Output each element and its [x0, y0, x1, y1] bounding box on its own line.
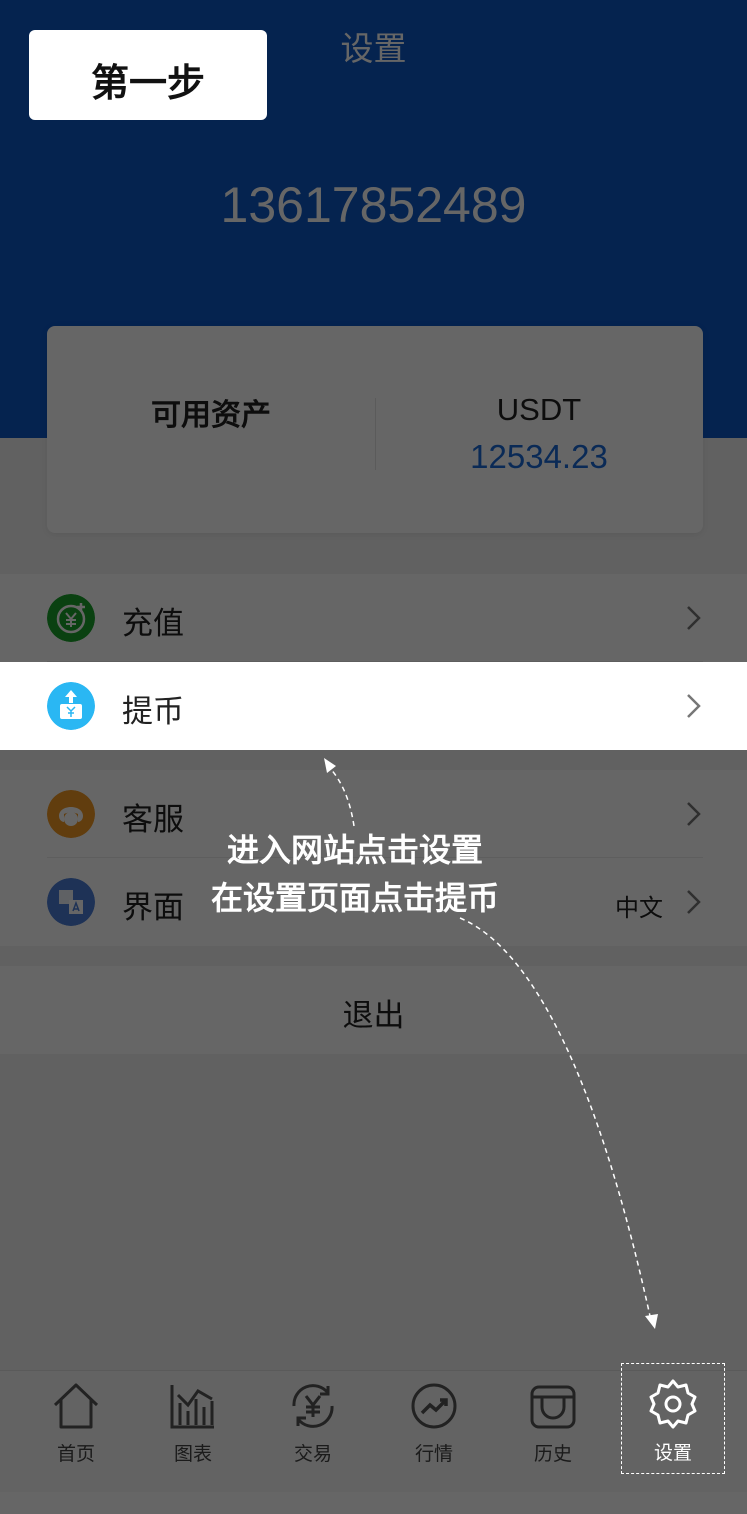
trade-icon — [292, 1384, 334, 1428]
tab-label: 设置 — [653, 1442, 692, 1464]
settings-page: 设置 13617852489 可用资产 USDT 12534.23 充值 客服 … — [0, 0, 747, 1514]
customer-service-icon — [47, 790, 95, 838]
account-number: 13617852489 — [220, 177, 527, 233]
chevron-right-icon — [687, 694, 701, 718]
language-icon — [47, 878, 95, 926]
tab-chart[interactable]: 图表 — [133, 1371, 253, 1493]
step-label: 第一步 — [90, 61, 205, 105]
tab-label: 交易 — [293, 1443, 332, 1465]
tab-settings[interactable]: 设置 — [621, 1363, 725, 1474]
tab-label: 图表 — [173, 1443, 212, 1465]
tab-label: 行情 — [414, 1443, 453, 1465]
tab-label: 首页 — [56, 1443, 95, 1465]
instruction-text: 进入网站点击设置 在设置页面点击提币 — [150, 826, 560, 922]
tab-trade[interactable]: 交易 — [253, 1371, 373, 1493]
asset-currency: USDT — [496, 392, 582, 427]
logout-label: 退出 — [342, 998, 405, 1034]
asset-amount: 12534.23 — [470, 438, 608, 475]
asset-label: 可用资产 — [151, 398, 271, 433]
chevron-right-icon — [687, 802, 701, 826]
tab-market[interactable]: 行情 — [374, 1371, 494, 1493]
asset-card: 可用资产 USDT 12534.23 — [47, 326, 703, 533]
withdraw-icon — [47, 682, 95, 730]
bottom-strip — [0, 1492, 747, 1514]
chevron-right-icon — [687, 606, 701, 630]
menu-item-withdraw[interactable]: 提币 — [0, 662, 747, 750]
asset-value-column: USDT 12534.23 — [375, 326, 703, 533]
market-icon — [411, 1383, 457, 1429]
settings-icon — [649, 1379, 697, 1429]
recharge-icon — [47, 594, 95, 642]
chevron-right-icon — [687, 890, 701, 914]
tab-history[interactable]: 历史 — [493, 1371, 613, 1493]
logout-button[interactable]: 退出 — [0, 966, 747, 1054]
asset-label-column: 可用资产 — [47, 326, 375, 533]
step-badge: 第一步 — [29, 30, 267, 120]
chart-icon — [170, 1385, 214, 1429]
tab-label: 历史 — [533, 1443, 572, 1465]
language-value: 中文 — [615, 894, 663, 922]
menu-item-label: 充值 — [122, 606, 184, 642]
history-icon — [530, 1385, 576, 1429]
tab-home[interactable]: 首页 — [16, 1371, 136, 1493]
menu-item-label: 提币 — [122, 694, 184, 730]
instruction-line-2: 在设置页面点击提币 — [210, 879, 499, 917]
menu-item-recharge[interactable]: 充值 — [0, 574, 747, 662]
instruction-line-1: 进入网站点击设置 — [226, 831, 483, 869]
home-icon — [53, 1383, 99, 1429]
